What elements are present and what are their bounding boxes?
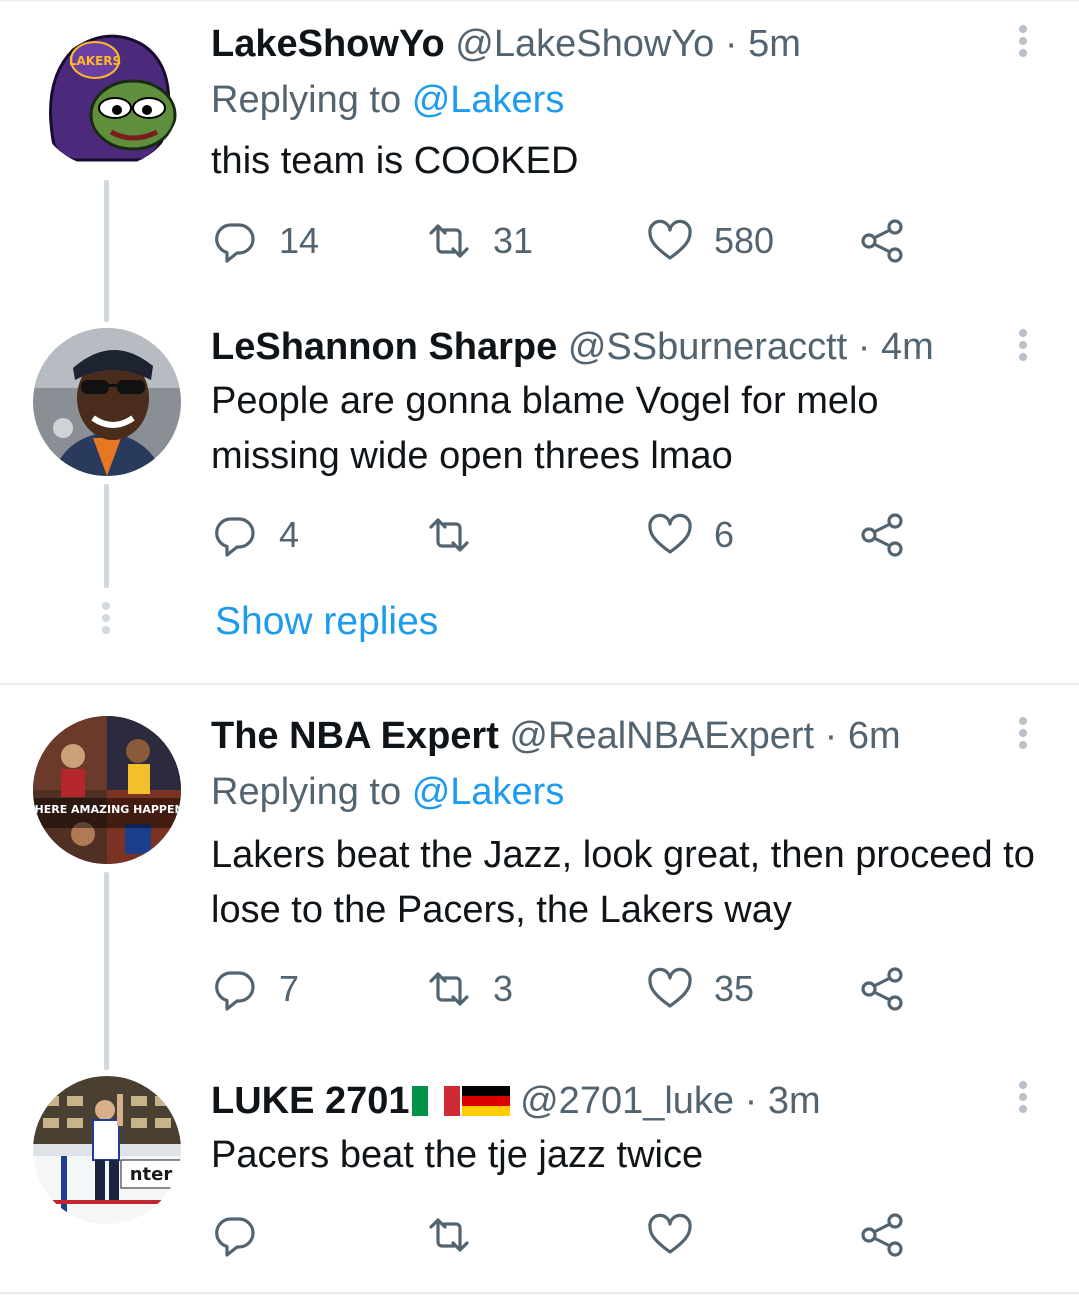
tweet-header: LUKE 2701 @2701_luke · 3m (211, 1079, 821, 1123)
avatar-luke-2701[interactable]: nter (33, 1076, 181, 1224)
retweet-icon (429, 1218, 469, 1252)
separator: · (744, 1080, 758, 1122)
germany-flag-icon (461, 1086, 510, 1116)
heart-icon (648, 1213, 692, 1254)
action-bar (211, 1210, 931, 1260)
user-handle[interactable]: @2701_luke (520, 1080, 734, 1122)
reply-button[interactable] (211, 1210, 279, 1260)
like-button[interactable] (646, 1210, 714, 1260)
hockey-player-avatar-image: nter (33, 1076, 181, 1224)
retweet-button[interactable] (425, 1210, 493, 1260)
bottom-divider (0, 1292, 1079, 1294)
timestamp[interactable]: 3m (768, 1080, 821, 1122)
italy-flag-icon (411, 1086, 460, 1116)
tweet-4[interactable]: nter LUKE 2701 @2701_luke · 3m Pacers be… (0, 0, 1079, 1301)
share-button[interactable] (859, 1210, 907, 1260)
tweet-text: Pacers beat the tje jazz twice (211, 1134, 704, 1176)
avatar-caption: nter (130, 1164, 173, 1185)
reply-icon (215, 1217, 255, 1257)
share-icon (861, 1213, 903, 1257)
display-name[interactable]: LUKE 2701 (211, 1080, 410, 1122)
more-options-icon[interactable] (1008, 1078, 1038, 1118)
